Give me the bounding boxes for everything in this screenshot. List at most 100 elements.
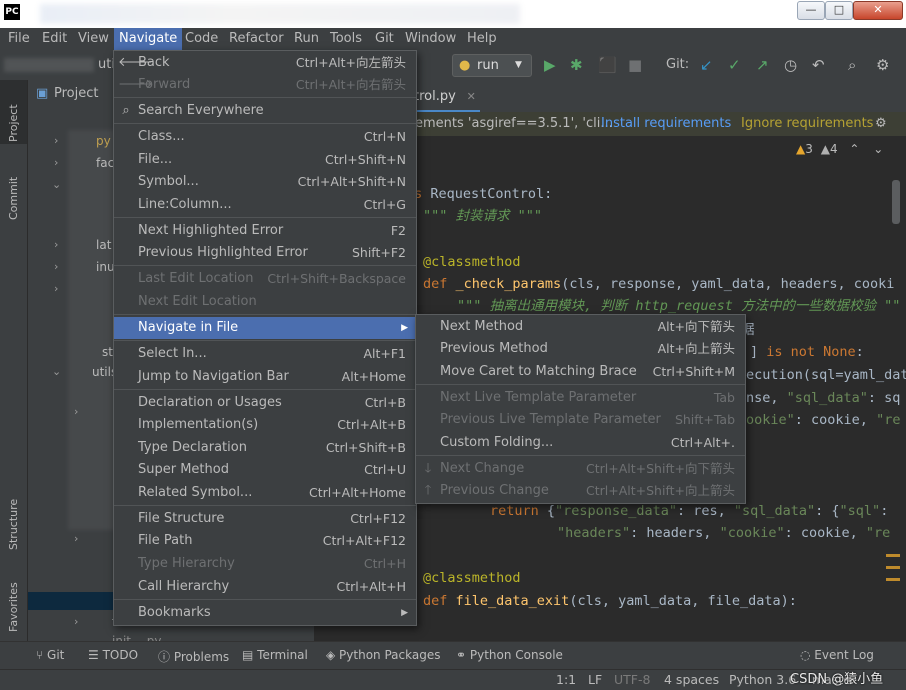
menu-file[interactable]: File xyxy=(8,28,30,50)
install-requirements-link[interactable]: Install requirements xyxy=(601,112,731,136)
menu-item-related-symbol[interactable]: Related Symbol... Ctrl+Alt+Home xyxy=(114,482,416,504)
menu-item-custom-folding[interactable]: Custom Folding... Ctrl+Alt+. xyxy=(416,432,745,454)
menu-item-move-caret-to-matching-brace[interactable]: Move Caret to Matching Brace Ctrl+Shift+M xyxy=(416,361,745,383)
git-update-icon[interactable]: ↙ xyxy=(700,56,713,74)
menu-item-previous-method[interactable]: Previous Method Alt+向上箭头 xyxy=(416,338,745,360)
event-log-tool-button[interactable]: ◌ Event Log xyxy=(800,648,874,662)
search-icon[interactable]: ⌕ xyxy=(848,56,856,74)
minimize-button[interactable]: — xyxy=(797,1,825,20)
menu-item-file-path[interactable]: File Path Ctrl+Alt+F12 xyxy=(114,530,416,552)
ignore-requirements-link[interactable]: Ignore requirements xyxy=(741,112,873,136)
menu-item-navigate-in-file[interactable]: Navigate in File ▶ xyxy=(114,317,416,339)
menu-item-select-in[interactable]: Select In... Alt+F1 xyxy=(114,343,416,365)
python-console-tool-button[interactable]: ⚭ Python Console xyxy=(456,648,563,662)
structure-tool-tab[interactable]: Structure xyxy=(7,499,20,550)
maximize-button[interactable]: □ xyxy=(825,1,853,20)
menu-tools[interactable]: Tools xyxy=(330,28,362,50)
favorites-tool-tab[interactable]: Favorites xyxy=(7,582,20,632)
problems-tool-button[interactable]: ⓘ Problems xyxy=(158,648,229,665)
menu-item-next-edit-location[interactable]: Next Edit Location xyxy=(114,291,416,313)
menu-item-next-change[interactable]: 🡓 Next Change Ctrl+Alt+Shift+向下箭头 xyxy=(416,458,745,480)
menu-git[interactable]: Git xyxy=(375,28,394,50)
line-separator[interactable]: LF xyxy=(588,672,602,687)
indent-setting[interactable]: 4 spaces xyxy=(664,672,719,687)
project-tool-tab[interactable]: Project xyxy=(7,104,20,142)
menu-edit[interactable]: Edit xyxy=(42,28,67,50)
menu-item-super-method[interactable]: Super Method Ctrl+U xyxy=(114,459,416,481)
rollback-icon[interactable]: ↶ xyxy=(812,56,825,74)
chevron-right-icon[interactable]: › xyxy=(54,134,58,147)
menu-item-search-everywhere[interactable]: ⌕ Search Everywhere xyxy=(114,100,416,122)
menu-item-previous-live-template-parameter[interactable]: Previous Live Template Parameter Shift+Ta… xyxy=(416,409,745,431)
run-icon[interactable]: ▶ xyxy=(544,56,556,74)
editor-scrollbar-thumb[interactable] xyxy=(892,180,900,224)
commit-tool-tab[interactable]: Commit xyxy=(7,177,20,220)
chevron-right-icon[interactable]: › xyxy=(54,156,58,169)
git-push-icon[interactable]: ↗ xyxy=(756,56,769,74)
settings-gear-icon[interactable]: ⚙ xyxy=(876,56,889,74)
inspection-widget[interactable]: ▲3 ▲4 ⌃ ⌄ xyxy=(796,142,883,156)
close-window-button[interactable]: ✕ xyxy=(853,1,903,20)
menu-item-file[interactable]: File... Ctrl+Shift+N xyxy=(114,149,416,171)
menu-item-jump-to-navigation-bar[interactable]: Jump to Navigation Bar Alt+Home xyxy=(114,366,416,388)
editor-tab[interactable]: trol.py ✕ xyxy=(414,84,480,113)
tree-item-fragment[interactable]: inu xyxy=(96,260,115,274)
git-commit-icon[interactable]: ✓ xyxy=(728,56,741,74)
file-encoding[interactable]: UTF-8 xyxy=(614,672,650,687)
chevron-right-icon[interactable]: › xyxy=(74,405,78,418)
tree-item-fragment[interactable]: lat xyxy=(96,238,111,252)
debug-icon[interactable]: ✱ xyxy=(570,56,583,74)
menu-run[interactable]: Run xyxy=(294,28,319,50)
tree-item-fragment[interactable]: py xyxy=(96,134,111,148)
menu-item-next-live-template-parameter[interactable]: Next Live Template Parameter Tab xyxy=(416,387,745,409)
caret-position[interactable]: 1:1 xyxy=(556,672,576,687)
menu-item-type-hierarchy[interactable]: Type Hierarchy Ctrl+H xyxy=(114,553,416,575)
menu-help[interactable]: Help xyxy=(467,28,497,50)
coverage-icon[interactable]: ⬛ xyxy=(598,56,617,74)
stop-icon[interactable]: ■ xyxy=(628,56,642,74)
menu-item-forward[interactable]: 🡒 Forward Ctrl+Alt+向右箭头 xyxy=(114,74,416,96)
settings-gear-icon[interactable]: ⚙ xyxy=(875,112,887,136)
menu-item-file-structure[interactable]: File Structure Ctrl+F12 xyxy=(114,508,416,530)
menu-refactor[interactable]: Refactor xyxy=(229,28,284,50)
menu-item-back[interactable]: 🡐 Back Ctrl+Alt+向左箭头 xyxy=(114,52,416,74)
menu-view[interactable]: View xyxy=(78,28,109,50)
code-line: def _check_params(cls, response, yaml_da… xyxy=(423,276,895,292)
chevron-right-icon[interactable]: › xyxy=(54,260,58,273)
menu-item-previous-highlighted-error[interactable]: Previous Highlighted Error Shift+F2 xyxy=(114,242,416,264)
menu-item-next-highlighted-error[interactable]: Next Highlighted Error F2 xyxy=(114,220,416,242)
tree-item-fragment[interactable]: fac xyxy=(96,156,114,170)
todo-tool-button[interactable]: ☰ TODO xyxy=(88,648,138,662)
chevron-right-icon[interactable]: › xyxy=(54,282,58,295)
layers-icon: ◈ xyxy=(326,648,340,662)
menu-code[interactable]: Code xyxy=(185,28,218,50)
python-packages-tool-button[interactable]: ◈ Python Packages xyxy=(326,648,440,662)
chevron-down-icon[interactable]: ⌄ xyxy=(52,178,61,191)
chevron-right-icon[interactable]: › xyxy=(54,238,58,251)
close-tab-icon[interactable]: ✕ xyxy=(467,84,476,110)
menu-item-implementations[interactable]: Implementation(s) Ctrl+Alt+B xyxy=(114,414,416,436)
chevron-up-icon[interactable]: ⌃ xyxy=(849,142,859,156)
run-configuration-select[interactable]: ● run ▼ xyxy=(452,54,532,77)
menu-window[interactable]: Window xyxy=(405,28,456,50)
chevron-down-icon[interactable]: ⌄ xyxy=(873,142,883,156)
terminal-tool-button[interactable]: ▤ Terminal xyxy=(242,648,308,662)
git-tool-button[interactable]: ⑂ Git xyxy=(36,648,64,662)
chevron-right-icon[interactable]: › xyxy=(74,615,78,628)
chevron-right-icon[interactable]: › xyxy=(74,532,78,545)
menu-navigate[interactable]: Navigate xyxy=(114,28,183,50)
menu-item-bookmarks[interactable]: Bookmarks ▶ xyxy=(114,602,416,624)
python-interpreter[interactable]: Python 3.6 xyxy=(729,672,796,687)
menu-item-declaration-or-usages[interactable]: Declaration or Usages Ctrl+B xyxy=(114,392,416,414)
menu-item-previous-change[interactable]: 🡑 Previous Change Ctrl+Alt+Shift+向上箭头 xyxy=(416,480,745,502)
menu-item-type-declaration[interactable]: Type Declaration Ctrl+Shift+B xyxy=(114,437,416,459)
menu-item-call-hierarchy[interactable]: Call Hierarchy Ctrl+Alt+H xyxy=(114,576,416,598)
menu-item-line-column[interactable]: Line:Column... Ctrl+G xyxy=(114,194,416,216)
menu-item-class[interactable]: Class... Ctrl+N xyxy=(114,126,416,148)
menu-item-next-method[interactable]: Next Method Alt+向下箭头 xyxy=(416,316,745,338)
chevron-down-icon[interactable]: ⌄ xyxy=(52,365,61,378)
menu-item-symbol[interactable]: Symbol... Ctrl+Alt+Shift+N xyxy=(114,171,416,193)
history-icon[interactable]: ◷ xyxy=(784,56,797,74)
tree-item-fragment[interactable]: st xyxy=(102,345,113,359)
menu-item-last-edit-location[interactable]: Last Edit Location Ctrl+Shift+Backspace xyxy=(114,268,416,290)
